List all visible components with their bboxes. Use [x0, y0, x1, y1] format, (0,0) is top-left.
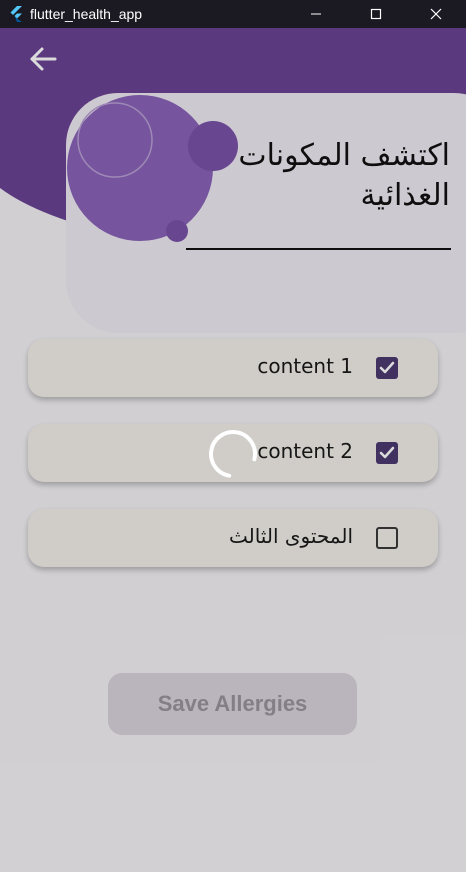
close-icon: [430, 8, 442, 20]
window-title-bar: flutter_health_app: [0, 0, 466, 28]
flutter-logo-icon: [10, 6, 22, 22]
loading-spinner-icon: [209, 430, 257, 478]
minimize-icon: [311, 13, 321, 15]
close-button[interactable]: [406, 0, 466, 28]
maximize-button[interactable]: [346, 0, 406, 28]
window-title: flutter_health_app: [30, 6, 143, 22]
maximize-icon: [370, 8, 382, 20]
app-screen: اكتشف المكونات الغذائية content 1 conten…: [0, 28, 466, 872]
minimize-button[interactable]: [286, 0, 346, 28]
